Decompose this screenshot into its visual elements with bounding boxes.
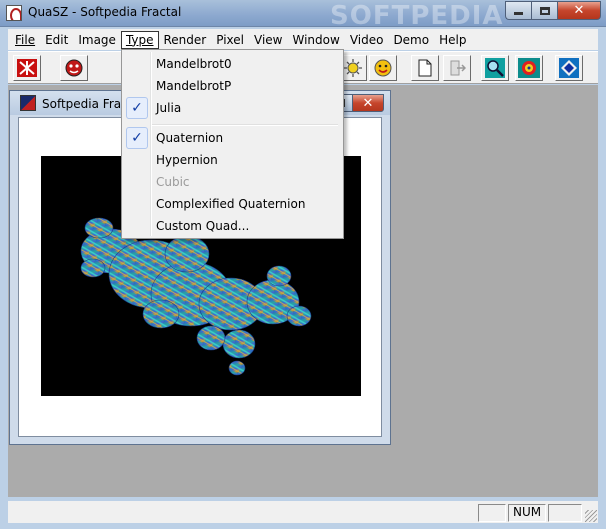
menu-demo[interactable]: Demo: [388, 31, 434, 49]
type-item-cubic: Cubic: [124, 171, 342, 193]
toolbar-button-zoom[interactable]: [481, 55, 509, 81]
main-window: QuaSZ - Softpedia Fractal SOFTPEDIA ✕ Fi…: [0, 0, 606, 529]
checkmark-icon: ✓: [126, 127, 148, 149]
status-pane-scroll: [548, 504, 582, 522]
menu-image[interactable]: Image: [73, 31, 121, 49]
menu-file-label: File: [15, 32, 36, 47]
menu-view-label: View: [254, 32, 283, 47]
status-bar: NUM: [8, 501, 598, 523]
type-item-label: Quaternion: [156, 131, 224, 145]
menu-demo-label: Demo: [393, 32, 430, 47]
type-item-custom-quad[interactable]: Custom Quad...: [124, 215, 342, 237]
red-star-icon: [17, 59, 37, 77]
menu-view[interactable]: View: [249, 31, 287, 49]
softpedia-watermark: SOFTPEDIA: [330, 1, 504, 31]
menu-video[interactable]: Video: [345, 31, 389, 49]
menu-render-label: Render: [163, 32, 207, 47]
type-item-label: Mandelbrot0: [156, 57, 232, 71]
type-item-mandelbrot0[interactable]: Mandelbrot0: [124, 53, 342, 75]
type-item-complexified-quaternion[interactable]: Complexified Quaternion: [124, 193, 342, 215]
type-dropdown-menu: Mandelbrot0 MandelbrotP ✓ Julia ✓ Quater…: [121, 49, 344, 239]
minimize-button[interactable]: [505, 1, 531, 20]
menu-render[interactable]: Render: [159, 31, 212, 49]
close-icon: ✕: [573, 3, 585, 18]
caption-buttons: ✕: [505, 1, 601, 21]
menu-window-label: Window: [292, 32, 340, 47]
type-item-hypernion[interactable]: Hypernion: [124, 149, 342, 171]
type-item-label: Hypernion: [156, 153, 218, 167]
type-item-mandelbrotp[interactable]: MandelbrotP: [124, 75, 342, 97]
child-close-icon: ✕: [362, 95, 374, 111]
title-bar[interactable]: QuaSZ - Softpedia Fractal SOFTPEDIA ✕: [0, 0, 606, 31]
toolbar-button-gear-smiley[interactable]: [369, 55, 397, 81]
menu-help-label: Help: [439, 32, 467, 47]
zoom-magnifier-icon: [485, 58, 505, 78]
diamond-icon: [559, 58, 579, 78]
type-item-label: Julia: [156, 101, 182, 115]
type-item-julia[interactable]: ✓ Julia: [124, 97, 342, 119]
toolbar-button-red-face[interactable]: [60, 55, 88, 81]
menu-file[interactable]: File: [10, 31, 40, 49]
maximize-icon: [539, 6, 550, 15]
close-button[interactable]: ✕: [557, 1, 601, 20]
menu-edit-label: Edit: [45, 32, 69, 47]
menu-type[interactable]: Type: [120, 30, 159, 49]
red-face-icon: [65, 59, 83, 77]
type-item-label: Custom Quad...: [156, 219, 250, 233]
app-icon[interactable]: [6, 5, 22, 21]
gear-smiley-icon: [374, 59, 392, 77]
menu-video-label: Video: [349, 32, 384, 47]
window-title: QuaSZ - Softpedia Fractal: [28, 5, 182, 19]
minimize-icon: [514, 12, 523, 15]
menu-separator: [152, 124, 338, 126]
type-item-label: Complexified Quaternion: [156, 197, 306, 211]
new-document-icon: [418, 59, 432, 77]
status-pane-caps: [478, 504, 506, 522]
menu-image-label: Image: [78, 32, 116, 47]
exit-door-icon: [450, 60, 466, 76]
toolbar-button-diamond[interactable]: [555, 55, 583, 81]
menu-help[interactable]: Help: [434, 31, 471, 49]
type-item-quaternion[interactable]: ✓ Quaternion: [124, 127, 342, 149]
toolbar-button-red-star[interactable]: [13, 55, 41, 81]
toolbar-button-exit[interactable]: [443, 55, 471, 81]
resize-grip[interactable]: [585, 510, 597, 522]
menu-type-label: Type: [125, 32, 154, 47]
checkmark-icon: ✓: [126, 97, 148, 119]
child-close-button[interactable]: ✕: [352, 94, 384, 112]
menu-bar: File Edit Image Type Render Pixel View W…: [8, 29, 598, 50]
palette-icon: [518, 58, 540, 78]
type-item-label: MandelbrotP: [156, 79, 232, 93]
toolbar-button-palette[interactable]: [515, 55, 543, 81]
menu-window[interactable]: Window: [287, 31, 344, 49]
maximize-button[interactable]: [531, 1, 557, 20]
sun-icon: [344, 59, 362, 77]
toolbar-button-new[interactable]: [411, 55, 439, 81]
menu-edit[interactable]: Edit: [40, 31, 73, 49]
menu-pixel-label: Pixel: [216, 32, 244, 47]
status-pane-num: NUM: [508, 504, 546, 522]
child-window-icon[interactable]: [20, 95, 36, 111]
type-item-label: Cubic: [156, 175, 190, 189]
menu-pixel[interactable]: Pixel: [211, 31, 249, 49]
